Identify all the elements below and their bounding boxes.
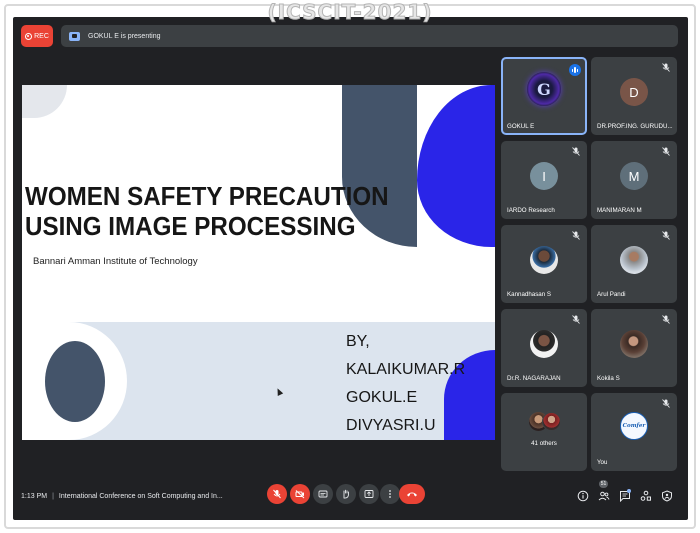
profile-photo <box>530 246 558 274</box>
more-icon <box>389 490 391 498</box>
participant-name: You <box>597 459 608 466</box>
profile-photo <box>620 330 648 358</box>
leave-call-icon <box>407 492 417 497</box>
people-icon <box>598 491 610 501</box>
participant-name: DR.PROF.ING. GURUDU... <box>597 123 673 130</box>
speaking-indicator-icon <box>569 64 581 76</box>
slide-by-label: BY, <box>346 333 370 350</box>
participant-name: Kannadhasan S <box>507 291 552 298</box>
slide-author: KALAIKUMAR.R <box>346 361 466 378</box>
mic-off-icon <box>662 315 670 324</box>
slide-author: GOKUL.E <box>346 389 418 406</box>
participant-tile-gokul[interactable]: G GOKUL E <box>501 57 587 135</box>
host-controls-button[interactable] <box>661 490 673 502</box>
others-count-label: 41 others <box>531 440 557 447</box>
participant-name: Dr.R. NAGARAJAN <box>507 375 561 382</box>
clock-time: 1:13 PM <box>21 493 48 500</box>
participant-tile-nagarajan[interactable]: Dr.R. NAGARAJAN <box>501 309 587 387</box>
mic-off-icon <box>273 489 281 499</box>
activities-icon <box>640 490 652 501</box>
presentation-icon <box>69 31 80 41</box>
mic-off-icon <box>572 147 580 156</box>
host-controls-icon <box>662 490 672 502</box>
participant-tile-manimaran[interactable]: M MANIMARAN M <box>591 141 677 219</box>
recording-badge[interactable]: REC <box>21 25 53 47</box>
slide-shape-blue <box>417 85 495 247</box>
camera-toggle-button[interactable] <box>290 484 310 504</box>
mic-off-icon <box>662 63 670 72</box>
participant-name: Arul Pandi <box>597 291 626 298</box>
watermark: (ICSCIT-2021) <box>267 0 433 25</box>
more-options-button[interactable] <box>380 484 400 504</box>
participant-name: MANIMARAN M <box>597 207 642 214</box>
slide-shape-top-left <box>22 85 67 118</box>
captions-button[interactable] <box>313 484 333 504</box>
bottom-bar: 1:13 PM | International Conference on Soft… <box>13 480 688 520</box>
record-icon <box>25 32 33 40</box>
meeting-info: 1:13 PM | International Conference on Soft… <box>21 493 223 500</box>
mic-off-icon <box>662 147 670 156</box>
leave-call-button[interactable] <box>399 484 425 504</box>
mic-off-icon <box>662 231 670 240</box>
participant-tile-iardo[interactable]: I IARDO Research <box>501 141 587 219</box>
avatar <box>542 412 561 431</box>
participant-tile-kannadhasan[interactable]: Kannadhasan S <box>501 225 587 303</box>
slide-authors: BY, KALAIKUMAR.R GOKUL.E DIVYASRI.U <box>346 328 465 440</box>
raise-hand-button[interactable] <box>336 484 356 504</box>
mic-off-icon <box>572 315 580 324</box>
info-icon <box>577 490 589 502</box>
slide-author: DIVYASRI.U <box>346 417 436 434</box>
participant-name: GOKUL E <box>507 123 535 130</box>
presenting-banner[interactable]: GOKUL E is presenting <box>61 25 678 47</box>
slide-title-line2: USING IMAGE PROCESSING <box>25 211 356 241</box>
meeting-details-button[interactable] <box>577 490 589 502</box>
presentation-slide: WOMEN SAFETY PRECAUTION USING IMAGE PROC… <box>22 85 495 440</box>
avatar: I <box>530 162 558 190</box>
avatar: M <box>620 162 648 190</box>
participant-tile-kokila[interactable]: Kokila S <box>591 309 677 387</box>
participant-name: Kokila S <box>597 375 620 382</box>
meet-window: REC GOKUL E is presenting WOMEN SAFETY P… <box>13 17 688 520</box>
profile-photo <box>620 246 648 274</box>
others-avatars <box>529 410 561 434</box>
raise-hand-icon <box>343 489 349 499</box>
meeting-title: International Conference on Soft Computi… <box>58 493 223 500</box>
participant-name: IARDO Research <box>507 207 555 214</box>
chat-notification-dot <box>627 489 631 493</box>
mic-toggle-button[interactable] <box>267 484 287 504</box>
rec-label: REC <box>34 32 49 40</box>
slide-subtitle: Bannari Amman Institute of Technology <box>33 256 198 267</box>
participant-tile-others[interactable]: 41 others <box>501 393 587 471</box>
profile-photo <box>530 330 558 358</box>
present-now-button[interactable] <box>359 484 379 504</box>
people-count-badge: 51 <box>599 480 608 488</box>
presenting-text: GOKUL E is presenting <box>88 32 161 40</box>
avatar: D <box>620 78 648 106</box>
mic-off-icon <box>662 399 670 408</box>
slide-band-circle <box>45 341 105 422</box>
gokul-logo-avatar: G <box>527 72 561 106</box>
people-button[interactable] <box>598 490 610 502</box>
mic-off-icon <box>572 231 580 240</box>
slide-title-line1: WOMEN SAFETY PRECAUTION <box>25 181 389 211</box>
slide-title: WOMEN SAFETY PRECAUTION USING IMAGE PROC… <box>25 181 389 241</box>
camera-off-icon <box>295 490 305 499</box>
participant-tile-gurudu[interactable]: D DR.PROF.ING. GURUDU... <box>591 57 677 135</box>
present-icon <box>364 490 374 498</box>
participant-tile-arul[interactable]: Arul Pandi <box>591 225 677 303</box>
participant-tile-you[interactable]: Comfer You <box>591 393 677 471</box>
activities-button[interactable] <box>640 490 652 502</box>
captions-icon <box>318 490 328 498</box>
conference-logo-avatar: Comfer <box>620 412 648 440</box>
